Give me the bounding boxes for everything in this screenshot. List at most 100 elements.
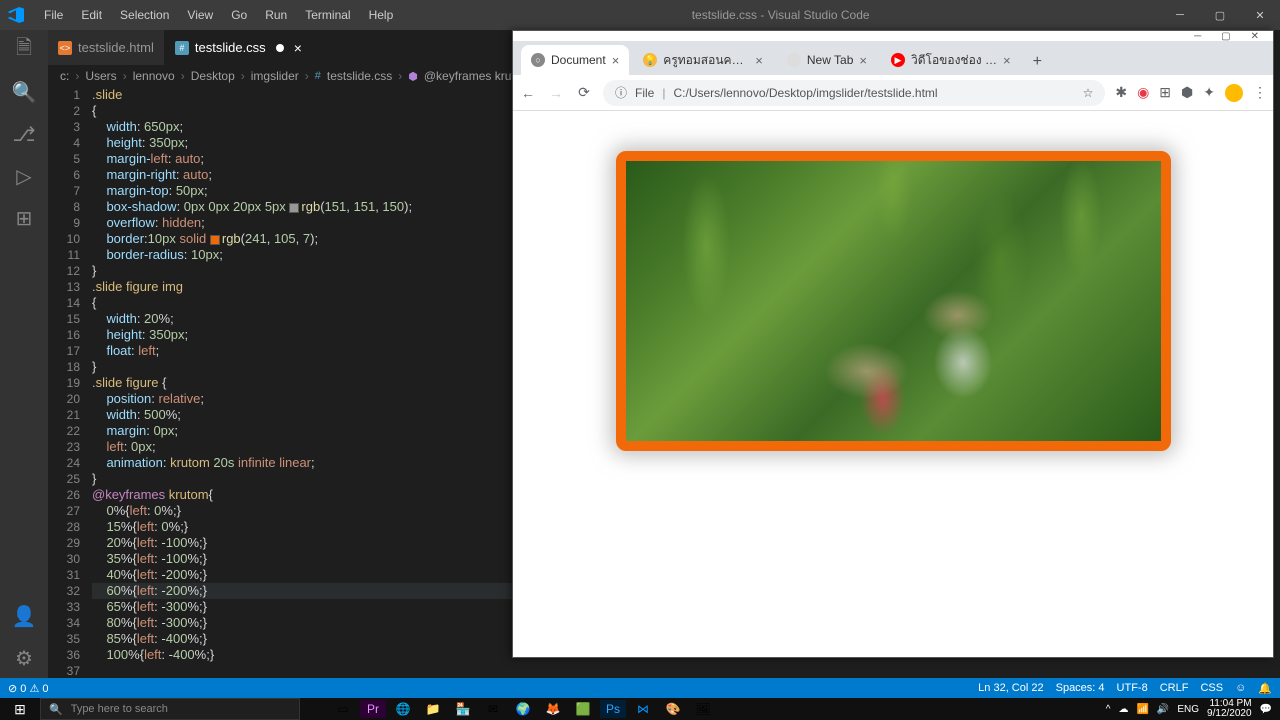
taskbar-search[interactable]: 🔍 Type here to search xyxy=(40,698,300,720)
app-icon[interactable]: 🟩 xyxy=(570,700,596,718)
scm-icon[interactable]: ⎇ xyxy=(12,122,36,146)
url-prefix: File xyxy=(635,86,654,100)
kebab-icon[interactable]: ⋮ xyxy=(1253,84,1267,102)
status-eol[interactable]: CRLF xyxy=(1160,682,1189,695)
tray-volume-icon[interactable]: 🔊 xyxy=(1157,704,1169,715)
explorer-icon[interactable]: 🗎 xyxy=(12,38,36,62)
star-icon[interactable]: ☆ xyxy=(1083,86,1094,100)
browser-maximize-icon[interactable]: ▢ xyxy=(1221,31,1230,41)
browser-tab-label: วิดีโอของช่อง - YouTu xyxy=(911,51,997,70)
globe-icon: ○ xyxy=(531,53,545,67)
tab-label: testslide.html xyxy=(78,40,154,55)
breadcrumb-seg[interactable]: c: xyxy=(60,69,69,83)
menu-help[interactable]: Help xyxy=(361,4,402,26)
gear-icon[interactable]: ⚙ xyxy=(12,646,36,670)
app-icon[interactable]: 📁 xyxy=(420,700,446,718)
browser-tab[interactable]: New Tab × xyxy=(777,45,877,75)
browser-tab-label: New Tab xyxy=(807,53,853,67)
minimize-icon[interactable]: ─ xyxy=(1160,9,1200,22)
reload-icon[interactable]: ⟳ xyxy=(575,84,593,101)
ext-icon[interactable]: ⊞ xyxy=(1159,84,1171,102)
search-icon[interactable]: 🔍 xyxy=(12,80,36,104)
menu-run[interactable]: Run xyxy=(257,4,295,26)
extensions-icon[interactable]: ⊞ xyxy=(12,206,36,230)
app-icon[interactable]: 🏪 xyxy=(450,700,476,718)
breadcrumb-seg[interactable]: imgslider xyxy=(251,69,299,83)
browser-tabs: ○ Document × 💡 ครูทอมสอนคอมพิวเตอร์ × Ne… xyxy=(513,41,1273,75)
menu-go[interactable]: Go xyxy=(223,4,255,26)
code-content[interactable]: .slide{ width: 650px; height: 350px; mar… xyxy=(92,87,512,663)
ext-icon[interactable]: ⬢ xyxy=(1181,84,1193,102)
status-lang[interactable]: CSS xyxy=(1200,682,1223,695)
editor-tabs: <> testslide.html # testslide.css × xyxy=(48,30,313,65)
css-file-icon: # xyxy=(175,41,189,55)
ext-icon[interactable]: ◉ xyxy=(1137,84,1149,102)
status-bell-icon[interactable]: 🔔 xyxy=(1258,682,1272,695)
info-icon[interactable]: ⓘ xyxy=(615,84,627,101)
tray-chevron-icon[interactable]: ^ xyxy=(1106,704,1111,715)
modified-dot-icon xyxy=(276,44,284,52)
taskview-icon[interactable]: ▭ xyxy=(330,700,356,718)
tab-close-icon[interactable]: × xyxy=(1003,53,1011,68)
breadcrumb-seg[interactable]: Desktop xyxy=(191,69,235,83)
vscode-logo-icon xyxy=(8,7,24,23)
tray-date[interactable]: 9/12/2020 xyxy=(1207,709,1252,719)
image-slider xyxy=(616,151,1171,451)
menu-file[interactable]: File xyxy=(36,4,71,26)
forward-icon[interactable]: → xyxy=(547,85,565,101)
browser-close-icon[interactable]: ✕ xyxy=(1251,31,1259,41)
app-icon[interactable]: 🎨 xyxy=(660,700,686,718)
browser-tab[interactable]: ▶ วิดีโอของช่อง - YouTu × xyxy=(881,45,1021,75)
app-icon[interactable]: Ps xyxy=(600,700,626,718)
app-icon[interactable]: ✉ xyxy=(480,700,506,718)
browser-minimize-icon[interactable]: ─ xyxy=(1194,31,1201,41)
tab-close-icon[interactable]: × xyxy=(612,53,620,68)
status-spaces[interactable]: Spaces: 4 xyxy=(1056,682,1105,695)
ext-icon[interactable]: ✱ xyxy=(1115,84,1127,102)
tab-testslide-html[interactable]: <> testslide.html xyxy=(48,30,165,65)
menu-edit[interactable]: Edit xyxy=(73,4,110,26)
tray-notif-icon[interactable]: 💬 xyxy=(1260,704,1272,715)
address-bar[interactable]: ⓘ File | C:/Users/lennovo/Desktop/imgsli… xyxy=(603,80,1105,106)
breadcrumb-seg[interactable]: lennovo xyxy=(133,69,175,83)
activity-bar: 🗎 🔍 ⎇ ▷ ⊞ 👤 ⚙ xyxy=(0,30,48,678)
puzzle-icon[interactable]: ✦ xyxy=(1203,84,1215,102)
app-icon[interactable]: 🦊 xyxy=(540,700,566,718)
tab-close-icon[interactable]: × xyxy=(859,53,867,68)
html-file-icon: <> xyxy=(58,41,72,55)
tray-lang[interactable]: ENG xyxy=(1177,704,1199,715)
app-icon[interactable]: 🌐 xyxy=(390,700,416,718)
breadcrumb[interactable]: c:› Users› lennovo› Desktop› imgslider› … xyxy=(48,65,531,87)
app-icon[interactable]: ⋈ xyxy=(630,700,656,718)
search-icon: 🔍 xyxy=(49,703,63,716)
debug-icon[interactable]: ▷ xyxy=(12,164,36,188)
menu-view[interactable]: View xyxy=(179,4,221,26)
close-icon[interactable]: ✕ xyxy=(1240,9,1280,22)
taskbar-apps: ▭ Pr 🌐 📁 🏪 ✉ 🌍 🦊 🟩 Ps ⋈ 🎨 🖼 xyxy=(300,700,716,718)
tab-testslide-css[interactable]: # testslide.css × xyxy=(165,30,313,65)
breadcrumb-seg[interactable]: Users xyxy=(85,69,116,83)
tray-cloud-icon[interactable]: ☁ xyxy=(1118,704,1128,715)
tab-close-icon[interactable]: × xyxy=(294,40,302,56)
maximize-icon[interactable]: ▢ xyxy=(1200,9,1240,22)
browser-tab[interactable]: ○ Document × xyxy=(521,45,629,75)
status-feedback[interactable]: ☺ xyxy=(1235,682,1246,695)
status-enc[interactable]: UTF-8 xyxy=(1117,682,1148,695)
new-tab-button[interactable]: + xyxy=(1025,49,1050,75)
menu-selection[interactable]: Selection xyxy=(112,4,177,26)
app-icon[interactable]: 🌍 xyxy=(510,700,536,718)
tray-wifi-icon[interactable]: 📶 xyxy=(1136,704,1148,715)
app-icon[interactable]: 🖼 xyxy=(690,700,716,718)
status-lncol[interactable]: Ln 32, Col 22 xyxy=(978,682,1043,695)
tab-close-icon[interactable]: × xyxy=(755,53,763,68)
avatar-icon[interactable] xyxy=(1225,84,1243,102)
css-file-icon: # xyxy=(315,70,321,82)
browser-tab[interactable]: 💡 ครูทอมสอนคอมพิวเตอร์ × xyxy=(633,45,773,75)
status-problems[interactable]: ⊘ 0 ⚠ 0 xyxy=(8,682,48,695)
back-icon[interactable]: ← xyxy=(519,85,537,101)
account-icon[interactable]: 👤 xyxy=(12,604,36,628)
app-icon[interactable]: Pr xyxy=(360,700,386,718)
breadcrumb-seg[interactable]: testslide.css xyxy=(327,69,392,83)
menu-terminal[interactable]: Terminal xyxy=(297,4,358,26)
start-button[interactable]: ⊞ xyxy=(0,701,40,718)
